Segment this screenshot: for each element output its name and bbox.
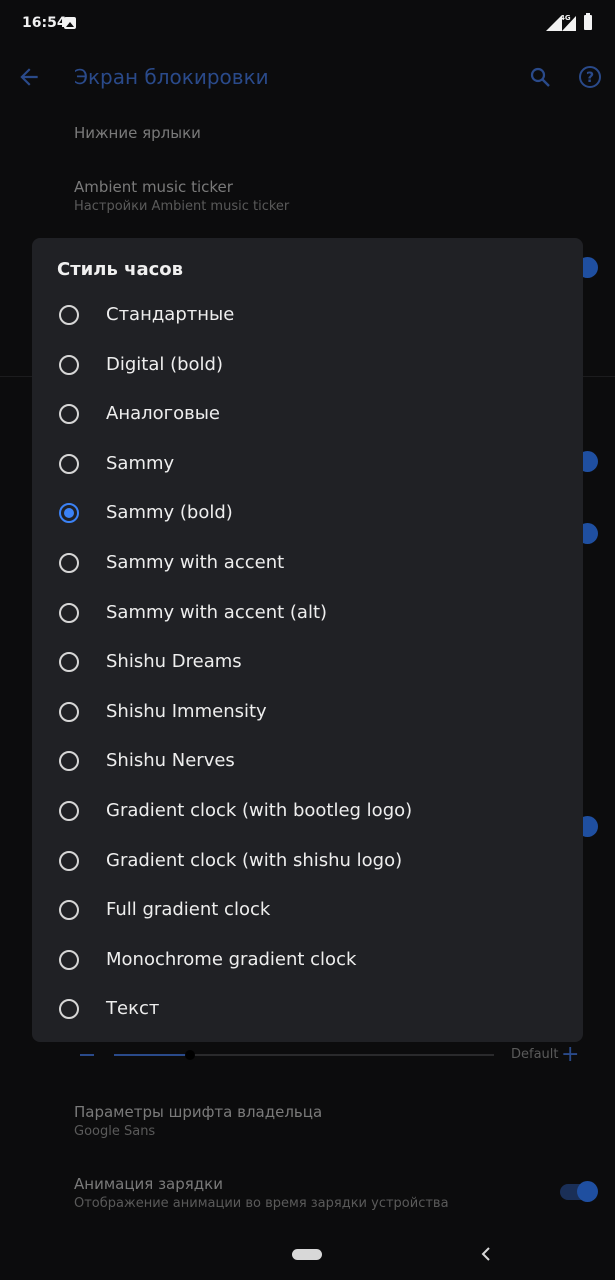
radio-option[interactable]: Текст: [32, 984, 583, 1034]
radio-option-label: Shishu Dreams: [106, 651, 242, 673]
plus-icon[interactable]: +: [561, 1044, 579, 1066]
list-item-title: Нижние ярлыки: [74, 124, 201, 142]
minus-icon[interactable]: [80, 1054, 94, 1056]
radio-option-label: Аналоговые: [106, 403, 220, 425]
radio-option-label: Sammy: [106, 452, 175, 474]
radio-option[interactable]: Sammy (bold): [32, 488, 583, 538]
back-arrow-icon[interactable]: [16, 64, 42, 90]
radio-option-label: Full gradient clock: [106, 899, 271, 921]
radio-unchecked-icon[interactable]: [59, 900, 79, 921]
radio-option-label: Shishu Nerves: [106, 750, 235, 772]
options-list: Стандартные Digital (bold) Аналоговые Sammy…: [32, 290, 583, 1034]
radio-unchecked-icon[interactable]: [59, 949, 79, 970]
list-item-ambient-music[interactable]: Ambient music ticker Настройки Ambient m…: [74, 178, 289, 214]
radio-unchecked-icon[interactable]: [59, 354, 79, 375]
radio-option-label: Текст: [106, 998, 160, 1020]
radio-option-label: Sammy with accent: [106, 551, 285, 573]
search-icon[interactable]: [528, 65, 552, 89]
radio-option-label: Digital (bold): [106, 353, 224, 375]
help-icon[interactable]: ?: [578, 65, 602, 89]
toggle-switch[interactable]: [560, 1181, 598, 1202]
slider-fill: [114, 1054, 190, 1056]
list-item-title: Параметры шрифта владельца: [74, 1103, 323, 1121]
radio-unchecked-icon[interactable]: [59, 404, 79, 425]
radio-checked-icon[interactable]: [59, 503, 79, 524]
radio-option-label: Стандартные: [106, 304, 235, 325]
radio-unchecked-icon[interactable]: [59, 602, 79, 623]
radio-option-label: Gradient clock (with shishu logo): [106, 849, 403, 871]
radio-unchecked-icon[interactable]: [59, 305, 79, 325]
home-pill-icon[interactable]: [292, 1249, 322, 1260]
svg-text:?: ?: [586, 70, 594, 86]
list-item-title: Анимация зарядки: [74, 1175, 223, 1193]
radio-option[interactable]: Sammy with accent (alt): [32, 588, 583, 638]
radio-option[interactable]: Sammy with accent: [32, 538, 583, 588]
nav-back-icon[interactable]: [478, 1245, 494, 1263]
radio-option[interactable]: Shishu Immensity: [32, 687, 583, 737]
radio-option[interactable]: Аналоговые: [32, 389, 583, 439]
screen: 16:54 4G Экран блокировки ? Нижние ярлык…: [0, 0, 615, 1280]
radio-unchecked-icon[interactable]: [59, 751, 79, 772]
radio-unchecked-icon[interactable]: [59, 999, 79, 1020]
slider-default-label: Default: [511, 1047, 559, 1062]
navigation-bar: [0, 1230, 615, 1280]
radio-option[interactable]: Gradient clock (with bootleg logo): [32, 786, 583, 836]
list-item-owner-font[interactable]: Параметры шрифта владельца Google Sans: [74, 1103, 322, 1139]
list-item-subtitle: Отображение анимации во время зарядки ус…: [74, 1196, 449, 1211]
radio-unchecked-icon[interactable]: [59, 453, 79, 474]
radio-unchecked-icon[interactable]: [59, 652, 79, 673]
radio-option-label: Gradient clock (with bootleg logo): [106, 799, 413, 821]
radio-option[interactable]: Full gradient clock: [32, 885, 583, 935]
clock-style-dialog: Стиль часов Стандартные Digital (bold) Ана…: [32, 238, 583, 1042]
radio-option-label: Shishu Immensity: [106, 700, 267, 722]
list-item-subtitle: Настройки Ambient music ticker: [74, 199, 290, 214]
radio-unchecked-icon[interactable]: [59, 800, 79, 821]
status-time: 16:54: [22, 15, 67, 31]
list-item-bottom-shortcuts[interactable]: Нижние ярлыки: [74, 124, 201, 142]
list-item-charging-animation[interactable]: Анимация зарядки Отображение анимации во…: [74, 1175, 449, 1211]
radio-option-label: Sammy (bold): [106, 502, 233, 524]
app-bar: Экран блокировки ?: [0, 48, 615, 108]
network-type-label: 4G: [560, 14, 571, 22]
radio-option[interactable]: Shishu Dreams: [32, 637, 583, 687]
radio-option[interactable]: Стандартные: [32, 290, 583, 340]
radio-option-label: Monochrome gradient clock: [106, 948, 357, 970]
radio-option[interactable]: Gradient clock (with shishu logo): [32, 836, 583, 886]
font-size-slider[interactable]: Default +: [74, 1040, 594, 1070]
slider-thumb[interactable]: [185, 1050, 195, 1060]
radio-option[interactable]: Digital (bold): [32, 340, 583, 390]
battery-icon: [584, 13, 592, 30]
status-bar: 16:54 4G: [0, 0, 615, 48]
image-icon: [64, 17, 76, 29]
radio-option[interactable]: Monochrome gradient clock: [32, 935, 583, 985]
radio-option[interactable]: Shishu Nerves: [32, 736, 583, 786]
dialog-title: Стиль часов: [57, 259, 184, 280]
radio-unchecked-icon[interactable]: [59, 701, 79, 722]
radio-option[interactable]: Sammy: [32, 439, 583, 489]
radio-option-label: Sammy with accent (alt): [106, 601, 328, 623]
list-item-subtitle: Google Sans: [74, 1124, 156, 1139]
radio-unchecked-icon[interactable]: [59, 552, 79, 573]
list-item-title: Ambient music ticker: [74, 178, 233, 196]
page-title: Экран блокировки: [74, 65, 269, 89]
radio-unchecked-icon[interactable]: [59, 850, 79, 871]
